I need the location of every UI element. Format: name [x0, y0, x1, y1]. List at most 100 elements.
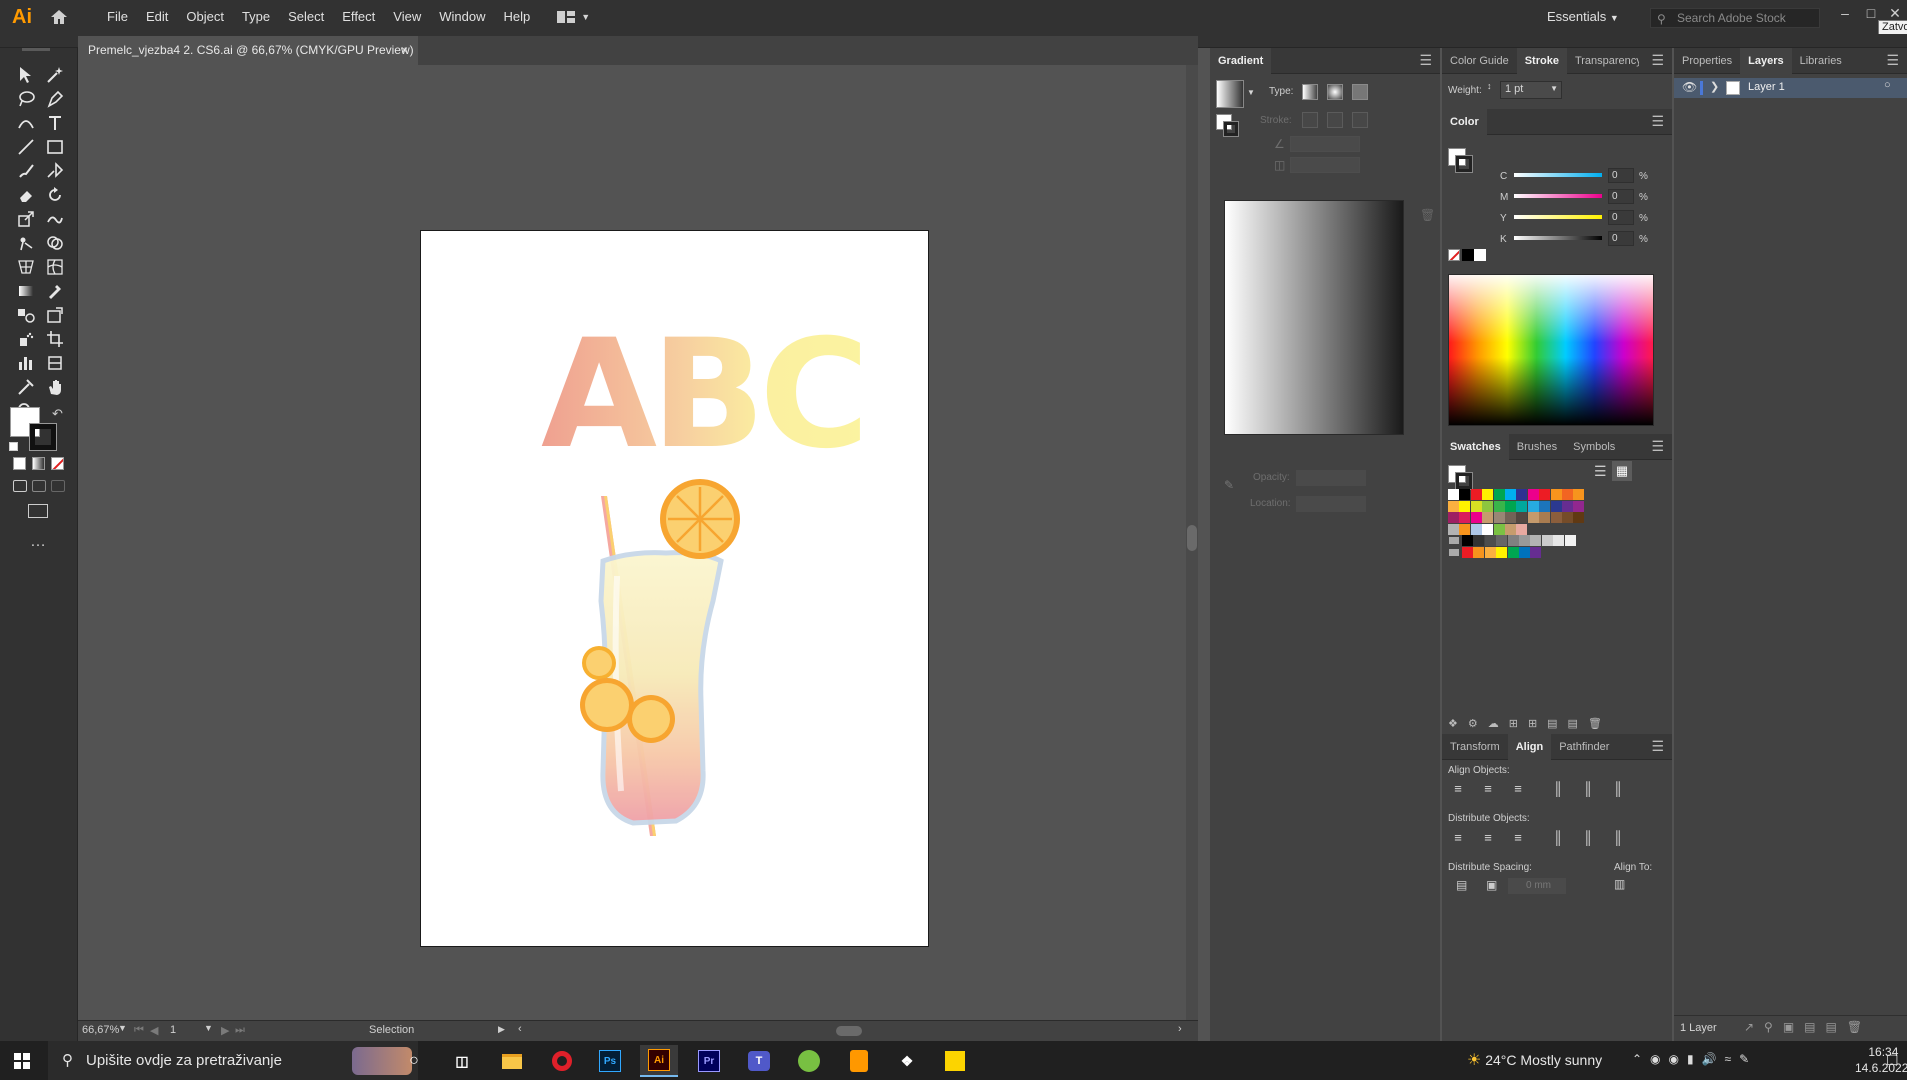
taskbar-search[interactable]: ⚲ Upišite ovdje za pretraživanje [48, 1041, 418, 1080]
swatch[interactable] [1505, 523, 1516, 535]
tab-color[interactable]: Color [1442, 108, 1487, 135]
utorrent-icon[interactable] [790, 1045, 828, 1077]
swatch[interactable] [1459, 500, 1471, 512]
notifications-icon[interactable]: ☐ [1886, 1052, 1899, 1069]
swatch[interactable] [1573, 489, 1585, 500]
next-page-icon[interactable]: ▶ [221, 1024, 229, 1037]
swatch[interactable] [1482, 512, 1494, 523]
eraser-tool-icon[interactable] [13, 184, 39, 206]
tab-align[interactable]: Align [1507, 733, 1552, 760]
stepper-icon[interactable]: ↕ [1487, 81, 1492, 91]
artboard[interactable]: ABC [420, 230, 929, 947]
swatch[interactable] [1550, 512, 1562, 523]
swatch[interactable] [1496, 546, 1508, 558]
workspace-switcher[interactable]: Essentials ▼ [1547, 0, 1619, 34]
symbol-sprayer-icon[interactable] [13, 328, 39, 350]
swatch[interactable] [1562, 489, 1573, 500]
last-page-icon[interactable]: ⏭ [235, 1024, 245, 1037]
photoshop-icon[interactable]: Ps [591, 1045, 629, 1077]
arrange-documents-button[interactable]: ▼ [557, 11, 590, 23]
puppet-warp-icon[interactable] [13, 232, 39, 254]
menu-edit[interactable]: Edit [137, 0, 177, 34]
swatch[interactable] [1553, 535, 1565, 546]
swatch[interactable] [1448, 500, 1459, 512]
swatch[interactable] [1448, 512, 1459, 523]
align-to-selection-icon[interactable]: ▥ [1614, 877, 1625, 891]
mesh-tool-icon[interactable] [42, 256, 68, 278]
swatch[interactable] [1459, 489, 1471, 500]
tab-pathfinder[interactable]: Pathfinder [1551, 734, 1617, 760]
swatch[interactable] [1493, 500, 1505, 512]
stroke-across-button[interactable] [1352, 112, 1368, 128]
black-color-icon[interactable] [1462, 249, 1474, 261]
cortana-icon[interactable]: ○ [395, 1045, 433, 1077]
slice-tool-icon[interactable] [42, 352, 68, 374]
spacing-input[interactable]: 0 mm [1508, 878, 1566, 894]
eyedropper-icon[interactable]: ✎ [1224, 478, 1234, 492]
default-fill-stroke-icon[interactable] [9, 442, 18, 451]
eyedropper-alt-icon[interactable] [13, 376, 39, 398]
file-explorer-icon[interactable] [493, 1045, 531, 1077]
swatch[interactable] [1519, 546, 1530, 558]
chevron-down-icon[interactable]: ▼ [118, 1023, 127, 1033]
swatch[interactable] [1473, 546, 1485, 558]
tab-stroke[interactable]: Stroke [1516, 47, 1567, 74]
menu-view[interactable]: View [384, 0, 430, 34]
swatch[interactable] [1482, 489, 1494, 500]
swatch[interactable] [1493, 512, 1505, 523]
swatch[interactable] [1516, 512, 1528, 523]
curvature-tool-icon[interactable] [13, 112, 39, 134]
swatch[interactable] [1493, 523, 1505, 535]
tab-properties[interactable]: Properties [1674, 48, 1740, 74]
stroke-swatch[interactable] [29, 423, 57, 451]
radial-gradient-button[interactable] [1327, 84, 1343, 100]
warp-tool-icon[interactable] [42, 208, 68, 230]
layer-row[interactable]: 👁 ❯ Layer 1 ○ [1674, 78, 1907, 98]
close-tab-button[interactable]: × [401, 36, 408, 65]
type-tool-icon[interactable] [42, 112, 68, 134]
shaper-tool-icon[interactable] [42, 160, 68, 182]
align-top-icon[interactable]: ║ [1550, 781, 1566, 797]
tab-brushes[interactable]: Brushes [1509, 434, 1565, 460]
align-horizontal-center-icon[interactable]: ≡ [1480, 781, 1496, 797]
artboard-tool-icon[interactable] [42, 328, 68, 350]
scrollbar-thumb[interactable] [1187, 525, 1197, 551]
magic-wand-icon[interactable] [42, 64, 68, 86]
swatch[interactable] [1539, 500, 1551, 512]
search-adobe-stock-input[interactable]: ⚲ Search Adobe Stock [1650, 8, 1820, 28]
first-page-icon[interactable]: ⏮ [134, 1024, 144, 1037]
clock[interactable]: 16:34 14.6.2022. [1855, 1044, 1907, 1076]
swatch[interactable] [1459, 523, 1471, 535]
vertical-spacing-icon[interactable]: ▤ [1456, 878, 1467, 892]
horizontal-scrollbar-thumb[interactable] [836, 1026, 862, 1036]
app-logo[interactable]: Ai [0, 0, 44, 34]
stroke-along-button[interactable] [1327, 112, 1343, 128]
draw-normal-icon[interactable] [13, 480, 27, 492]
chevron-down-icon[interactable]: ▼ [204, 1023, 213, 1033]
swatch[interactable] [1482, 523, 1494, 535]
swatch[interactable] [1573, 500, 1585, 512]
tab-libraries[interactable]: Libraries [1792, 48, 1850, 74]
swatch[interactable] [1527, 500, 1539, 512]
target-circle-icon[interactable]: ○ [1884, 79, 1891, 91]
swatch[interactable] [1493, 489, 1505, 500]
tab-layers[interactable]: Layers [1740, 47, 1792, 74]
swatch[interactable] [1482, 500, 1494, 512]
swatch[interactable] [1564, 535, 1576, 546]
chevron-down-icon[interactable]: ▼ [1247, 88, 1255, 97]
swap-fill-stroke-icon[interactable]: ↶ [52, 406, 63, 422]
play-icon[interactable]: ▶ [498, 1024, 505, 1035]
opera-icon[interactable] [543, 1045, 581, 1077]
gradient-mode-icon[interactable] [32, 457, 45, 470]
menu-type[interactable]: Type [233, 0, 279, 34]
linear-gradient-button[interactable] [1302, 84, 1318, 100]
shape-builder-icon[interactable] [42, 232, 68, 254]
swatch[interactable] [1562, 512, 1573, 523]
weight-input[interactable]: 1 pt ▼ [1500, 81, 1562, 99]
swatch[interactable] [1459, 512, 1471, 523]
panel-menu-icon[interactable]: ☰ [1651, 738, 1664, 755]
channel-input-c[interactable]: 0 [1608, 168, 1634, 183]
tab-transform[interactable]: Transform [1442, 734, 1508, 760]
blend-tool-icon[interactable] [13, 304, 39, 326]
swatch[interactable] [1448, 523, 1459, 535]
